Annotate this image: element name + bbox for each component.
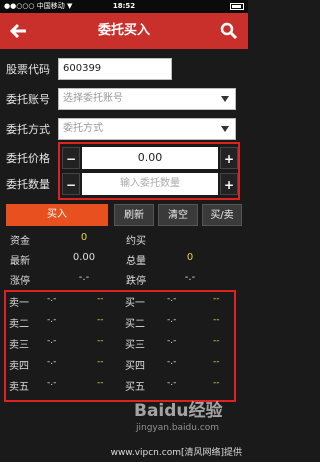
sell-level-price: -.- bbox=[47, 357, 57, 367]
sell-level-price: -.- bbox=[47, 378, 57, 388]
funds-value: 0 bbox=[80, 232, 88, 243]
quantity-label: 委托数量 bbox=[6, 178, 50, 191]
account-placeholder: 选择委托账号 bbox=[63, 93, 123, 104]
buy-level-label: 买五 bbox=[125, 382, 145, 393]
buy-level-volume: -- bbox=[213, 378, 220, 388]
limit-down-value: -.- bbox=[184, 272, 196, 283]
limit-up-label: 涨停 bbox=[10, 276, 30, 287]
approx-buy-label: 约买 bbox=[126, 236, 146, 247]
buy-level-price: -.- bbox=[167, 357, 177, 367]
buy-level-price: -.- bbox=[167, 336, 177, 346]
buy-level-price: -.- bbox=[167, 378, 177, 388]
stock-code-row: 股票代码 600399 bbox=[0, 58, 248, 82]
highlight-box-price-quantity bbox=[58, 142, 240, 200]
sell-level-label: 卖一 bbox=[9, 298, 29, 309]
account-row: 委托账号 选择委托账号 bbox=[0, 88, 248, 112]
method-placeholder: 委托方式 bbox=[63, 123, 103, 134]
sell-level-label: 卖五 bbox=[9, 382, 29, 393]
sell-level-price: -.- bbox=[47, 315, 57, 325]
status-time: 18:52 bbox=[112, 2, 136, 10]
buy-level-label: 买三 bbox=[125, 340, 145, 351]
funds-label: 资金 bbox=[10, 236, 30, 247]
limit-up-value: -.- bbox=[78, 272, 90, 283]
method-select[interactable]: 委托方式 bbox=[58, 118, 236, 140]
footer-credit: www.vipcn.com[清风网络]提供 bbox=[110, 448, 242, 458]
sell-level-volume: -- bbox=[97, 336, 104, 346]
buy-sell-button[interactable]: 买/卖 bbox=[202, 204, 242, 226]
svg-text:Baidu经验: Baidu经验 bbox=[134, 400, 224, 421]
sell-level-price: -.- bbox=[47, 294, 57, 304]
sell-level-price: -.- bbox=[47, 336, 57, 346]
buy-level-volume: -- bbox=[213, 357, 220, 367]
order-book: 卖一 -.- -- 买一 -.- -- 卖二 -.- -- 买二 -.- -- 卖三 -.- -- 买三 -.-… bbox=[7, 294, 233, 412]
price-label: 委托价格 bbox=[6, 152, 50, 165]
method-row: 委托方式 委托方式 bbox=[0, 118, 248, 142]
limit-down-label: 跌停 bbox=[126, 276, 146, 287]
buy-button[interactable]: 买入 bbox=[6, 204, 108, 226]
page-title: 委托买入 bbox=[97, 23, 150, 38]
refresh-button[interactable]: 刷新 bbox=[114, 204, 154, 226]
buy-level-volume: -- bbox=[213, 336, 220, 346]
nav-bar: 委托买入 bbox=[0, 13, 248, 49]
buy-level-price: -.- bbox=[167, 294, 177, 304]
stock-code-label: 股票代码 bbox=[6, 63, 50, 76]
sell-level-volume: -- bbox=[97, 357, 104, 367]
svg-text:jingyan.baidu.com: jingyan.baidu.com bbox=[135, 423, 219, 433]
baidu-jingyan-logo: Baidu经验 jingyan.baidu.com bbox=[134, 400, 224, 433]
buy-level-price: -.- bbox=[167, 315, 177, 325]
status-bar: ●●○○○ 中国移动 ▼ 18:52 bbox=[0, 0, 248, 13]
stock-code-input[interactable]: 600399 bbox=[58, 58, 172, 80]
account-label: 委托账号 bbox=[6, 93, 50, 106]
latest-label: 最新 bbox=[10, 256, 30, 267]
buy-level-label: 买二 bbox=[125, 319, 145, 330]
latest-value: 0.00 bbox=[72, 252, 96, 263]
buy-level-volume: -- bbox=[213, 294, 220, 304]
buy-level-label: 买四 bbox=[125, 361, 145, 372]
sell-level-label: 卖三 bbox=[9, 340, 29, 351]
sell-level-volume: -- bbox=[97, 378, 104, 388]
search-icon[interactable] bbox=[220, 22, 238, 40]
battery-icon bbox=[230, 3, 244, 10]
sell-level-label: 卖四 bbox=[9, 361, 29, 372]
method-label: 委托方式 bbox=[6, 123, 50, 136]
action-bar: 买入 刷新 清空 买/卖 bbox=[6, 204, 242, 226]
sell-level-label: 卖二 bbox=[9, 319, 29, 330]
buy-level-volume: -- bbox=[213, 315, 220, 325]
total-label: 总量 bbox=[126, 256, 146, 267]
total-value: 0 bbox=[186, 252, 194, 263]
clear-button[interactable]: 清空 bbox=[158, 204, 198, 226]
chevron-down-icon bbox=[221, 96, 229, 102]
chevron-down-icon bbox=[221, 126, 229, 132]
sell-level-volume: -- bbox=[97, 294, 104, 304]
account-select[interactable]: 选择委托账号 bbox=[58, 88, 236, 110]
buy-level-label: 买一 bbox=[125, 298, 145, 309]
sell-level-volume: -- bbox=[97, 315, 104, 325]
